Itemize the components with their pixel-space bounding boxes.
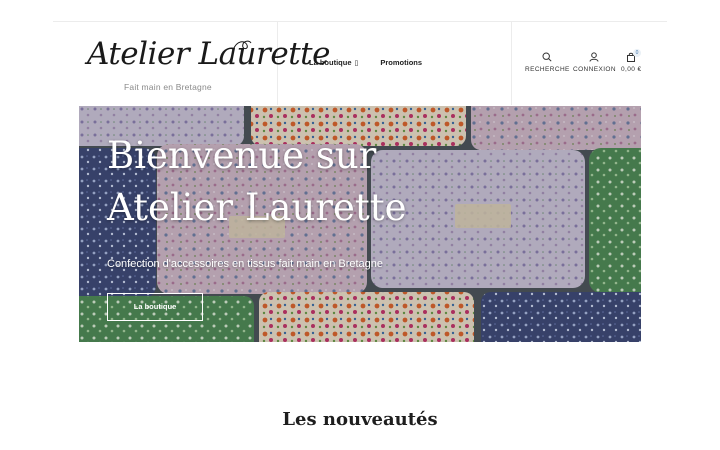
hero-title-line2: Atelier Laurette [107,186,407,229]
hero-title-line1: Bienvenue sur [107,134,377,177]
main-nav: La boutique ▯ Promotions [309,58,444,67]
nav-item-label: La boutique [309,58,352,67]
user-icon [589,52,599,62]
cart-button[interactable]: 0 0,00 € [621,49,642,73]
account-button[interactable]: CONNEXION [573,52,616,73]
cart-total: 0,00 € [621,66,642,73]
brand-tagline: Fait main en Bretagne [124,82,212,92]
chevron-down-icon: ▯ [354,60,359,67]
hero-boutique-button[interactable]: La boutique [107,293,203,321]
logo-swirl-icon [232,40,252,51]
nav-item-promotions[interactable]: Promotions [380,58,422,67]
header-actions: RECHERCHE CONNEXION 0 0,00 € [511,22,668,105]
section-title-new-arrivals: Les nouveautés [282,408,438,430]
site-header: Atelier Laurette Fait main en Bretagne L… [53,22,667,105]
search-label: RECHERCHE [525,66,570,73]
logo-link[interactable]: Atelier Laurette Fait main en Bretagne [53,22,330,105]
hero-heading: Bienvenue sur Atelier Laurette [107,130,407,234]
account-label: CONNEXION [573,66,616,73]
search-button[interactable]: RECHERCHE [525,52,570,73]
search-icon [542,52,552,62]
hero-banner: Bienvenue sur Atelier Laurette Confectio… [79,106,641,342]
hero-subtitle: Confection d'accessoires en tissus fait … [107,258,384,270]
brand-logo: Atelier Laurette [87,36,330,72]
nav-item-label: Promotions [380,58,423,67]
cart-count-badge: 0 [633,49,642,57]
nav-item-boutique[interactable]: La boutique ▯ [309,58,358,67]
